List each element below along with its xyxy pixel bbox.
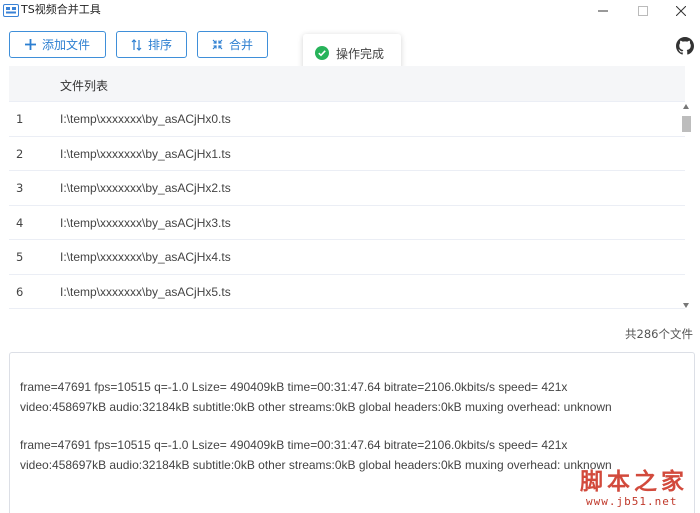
row-index: 5 <box>16 250 24 264</box>
watermark-name: 脚本之家 <box>580 468 688 495</box>
column-header-file-list: 文件列表 <box>60 79 109 93</box>
row-index: 2 <box>16 146 24 161</box>
site-watermark: 脚本之家 www.jb51.net <box>580 462 696 512</box>
window-title: TS视频合并工具 <box>21 3 101 16</box>
toast-text: 操作完成 <box>336 46 385 61</box>
file-table: 文件列表 1 I:\temp\xxxxxxx\by_asACjHx0.ts 2 … <box>9 66 685 309</box>
log-line: video:458697kB audio:32184kB subtitle:0k… <box>20 400 612 414</box>
minimize-icon <box>598 10 608 12</box>
table-row[interactable]: 1 I:\temp\xxxxxxx\by_asACjHx0.ts <box>9 102 685 137</box>
scroll-up-arrow-icon[interactable] <box>683 104 689 109</box>
log-line: video:458697kB audio:32184kB subtitle:0k… <box>20 458 612 472</box>
table-row[interactable]: 4 I:\temp\xxxxxxx\by_asACjHx3.ts <box>9 206 685 240</box>
maximize-icon <box>638 6 648 16</box>
sort-label: 排序 <box>147 38 172 52</box>
row-index: 3 <box>16 181 24 195</box>
table-row[interactable]: 5 I:\temp\xxxxxxx\by_asACjHx4.ts <box>9 240 685 275</box>
row-index: 6 <box>16 284 24 299</box>
merge-label: 合并 <box>228 38 253 52</box>
title-bar: TS视频合并工具 <box>0 0 700 22</box>
log-line: frame=47691 fps=10515 q=-1.0 Lsize= 4904… <box>20 438 568 452</box>
github-icon[interactable] <box>676 37 694 55</box>
row-index: 1 <box>16 112 24 126</box>
row-index: 4 <box>16 215 24 230</box>
table-row[interactable]: 3 I:\temp\xxxxxxx\by_asACjHx2.ts <box>9 171 685 206</box>
table-row[interactable]: 2 I:\temp\xxxxxxx\by_asACjHx1.ts <box>9 137 685 171</box>
watermark-url: www.jb51.net <box>586 495 678 508</box>
merge-icon <box>212 39 223 50</box>
table-row[interactable]: 6 I:\temp\xxxxxxx\by_asACjHx5.ts <box>9 275 685 309</box>
file-count: 共286个文件 <box>625 327 693 341</box>
row-path: I:\temp\xxxxxxx\by_asACjHx3.ts <box>60 215 231 230</box>
table-header: 文件列表 <box>9 66 685 102</box>
row-path: I:\temp\xxxxxxx\by_asACjHx0.ts <box>60 112 231 126</box>
row-path: I:\temp\xxxxxxx\by_asACjHx1.ts <box>60 146 231 161</box>
merge-button[interactable]: 合并 <box>197 31 268 58</box>
close-button[interactable] <box>658 0 700 22</box>
plus-icon <box>24 39 36 50</box>
sort-button[interactable]: 排序 <box>116 31 187 58</box>
sort-icon <box>131 38 142 51</box>
check-circle-icon <box>315 46 329 60</box>
close-icon <box>676 6 686 16</box>
log-line: frame=47691 fps=10515 q=-1.0 Lsize= 4904… <box>20 380 568 394</box>
row-path: I:\temp\xxxxxxx\by_asACjHx5.ts <box>60 284 231 299</box>
row-path: I:\temp\xxxxxxx\by_asACjHx2.ts <box>60 181 231 195</box>
scroll-down-arrow-icon[interactable] <box>683 303 689 308</box>
add-file-button[interactable]: 添加文件 <box>9 31 106 58</box>
add-file-label: 添加文件 <box>41 38 90 52</box>
row-path: I:\temp\xxxxxxx\by_asACjHx4.ts <box>60 250 231 264</box>
table-scrollbar[interactable] <box>680 100 693 312</box>
app-icon <box>3 4 19 17</box>
scrollbar-thumb[interactable] <box>682 116 691 132</box>
